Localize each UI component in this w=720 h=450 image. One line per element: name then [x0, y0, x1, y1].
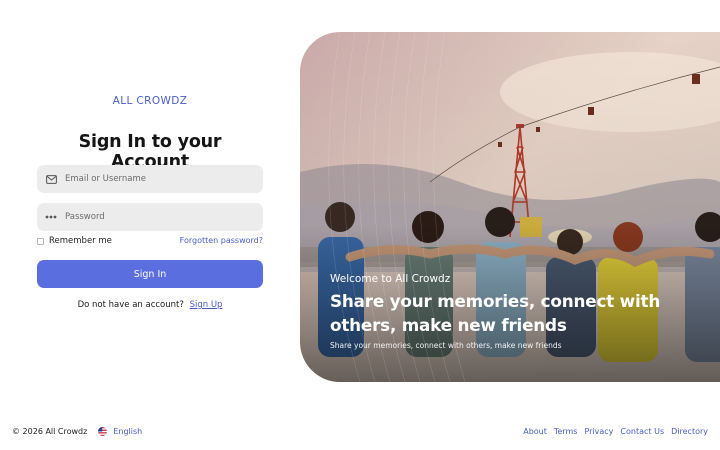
- footer-link-privacy[interactable]: Privacy: [584, 427, 613, 436]
- brand-name: ALL CROWDZ: [112, 95, 188, 107]
- hero-subline: Share your memories, connect with others…: [330, 341, 562, 350]
- hero-headline: Share your memories, connect with others…: [330, 291, 661, 335]
- copyright: © 2026 All Crowdz: [12, 427, 88, 436]
- hero-image: Welcome to All Crowdz Share your memorie…: [300, 32, 720, 382]
- password-input[interactable]: [65, 212, 245, 222]
- email-input[interactable]: [65, 174, 245, 184]
- password-field[interactable]: [37, 203, 263, 231]
- footer-link-directory[interactable]: Directory: [671, 427, 708, 436]
- signup-row: Do not have an account? Sign Up: [37, 300, 263, 310]
- language-label[interactable]: English: [113, 427, 142, 436]
- footer-left: © 2026 All Crowdz English: [12, 427, 142, 436]
- sign-up-link[interactable]: Sign Up: [190, 300, 223, 310]
- remember-label: Remember me: [49, 236, 112, 246]
- email-field[interactable]: [37, 165, 263, 193]
- footer-link-about[interactable]: About: [523, 427, 547, 436]
- signup-prompt: Do not have an account?: [77, 300, 184, 310]
- remember-checkbox[interactable]: [37, 237, 44, 245]
- us-flag-icon: [98, 427, 108, 436]
- language-selector[interactable]: English: [98, 427, 142, 436]
- envelope-icon: [45, 173, 57, 185]
- footer-links: About Terms Privacy Contact Us Directory: [516, 427, 708, 436]
- dots-icon: [45, 211, 57, 223]
- footer-link-contact[interactable]: Contact Us: [620, 427, 664, 436]
- footer-link-terms[interactable]: Terms: [554, 427, 578, 436]
- hero-welcome: Welcome to All Crowdz: [330, 273, 451, 285]
- forgot-password-link[interactable]: Forgotten password?: [150, 236, 263, 245]
- sign-in-button[interactable]: Sign In: [37, 260, 263, 288]
- remember-me[interactable]: Remember me: [37, 236, 112, 246]
